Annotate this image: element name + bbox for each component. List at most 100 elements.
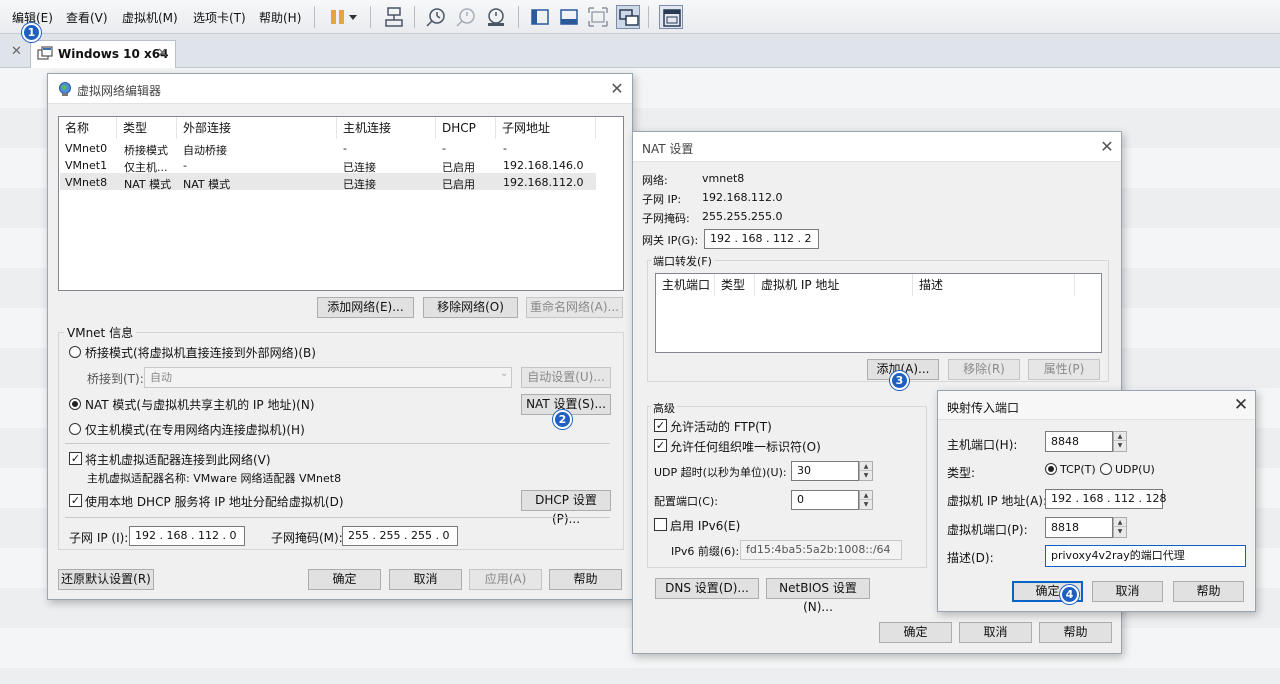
column-header-host-port[interactable]: 主机端口 bbox=[656, 274, 715, 296]
toolbar-separator bbox=[648, 6, 649, 28]
menu-help[interactable]: 帮助(H) bbox=[259, 9, 301, 26]
dhcp-settings-button[interactable]: DHCP 设置(P)... bbox=[521, 490, 611, 526]
network-label: 网络: bbox=[642, 174, 668, 187]
use-dhcp-label: 使用本地 DHCP 服务将 IP 地址分配给虚拟机(D) bbox=[85, 495, 344, 509]
column-header-description[interactable]: 描述 bbox=[913, 274, 1075, 296]
cell-host: 已连接 bbox=[343, 161, 376, 174]
description-field[interactable]: privoxy4v2ray的端口代理 bbox=[1045, 545, 1246, 567]
subnet-mask-field[interactable]: 255 . 255 . 255 . 0 bbox=[342, 526, 458, 546]
tab-bar: ✕ Windows 10 x64 ✕ bbox=[0, 34, 1280, 68]
remove-network-button[interactable]: 移除网络(O) bbox=[423, 297, 518, 318]
bridge-to-select[interactable]: 自动 bbox=[144, 367, 512, 388]
restore-defaults-button[interactable]: 还原默认设置(R) bbox=[58, 569, 154, 590]
menu-tabs[interactable]: 选项卡(T) bbox=[193, 9, 246, 26]
bridge-mode-radio[interactable] bbox=[69, 346, 81, 358]
udp-timeout-stepper[interactable]: ▲ ▼ bbox=[859, 461, 873, 481]
console-view-icon[interactable] bbox=[659, 5, 683, 29]
snapshot-manager-icon[interactable] bbox=[484, 5, 508, 29]
column-header-type[interactable]: 类型 bbox=[117, 117, 177, 139]
rename-network-button[interactable]: 重命名网络(A)... bbox=[526, 297, 623, 318]
subnet-mask-label: 子网掩码: bbox=[642, 212, 690, 225]
close-icon[interactable]: ✕ bbox=[1096, 136, 1118, 158]
allow-oui-checkbox[interactable]: ✓ bbox=[654, 439, 667, 452]
map-incoming-port-dialog: 映射传入端口 ✕ 主机端口(H): 8848 ▲ ▼ 类型: TCP(T) UDP… bbox=[937, 390, 1256, 612]
enable-ipv6-checkbox[interactable] bbox=[654, 518, 667, 531]
udp-timeout-field[interactable]: 30 bbox=[791, 461, 859, 481]
subnet-mask-value: 255.255.255.0 bbox=[702, 210, 783, 223]
close-icon[interactable]: ✕ bbox=[606, 78, 628, 100]
vm-ip-field[interactable]: 192 . 168 . 112 . 128 bbox=[1045, 489, 1166, 509]
allow-ftp-checkbox[interactable]: ✓ bbox=[654, 419, 667, 432]
chevron-down-icon[interactable] bbox=[346, 5, 360, 29]
cell-subnet: 192.168.146.0 bbox=[503, 159, 584, 172]
cancel-button[interactable]: 取消 bbox=[1092, 581, 1163, 602]
gateway-ip-field[interactable]: 192 . 168 . 112 . 2 bbox=[704, 229, 819, 249]
description-label: 描述(D): bbox=[947, 551, 994, 565]
close-home-tab-icon[interactable]: ✕ bbox=[11, 44, 22, 59]
column-header-host[interactable]: 主机连接 bbox=[337, 117, 436, 139]
remove-port-button[interactable]: 移除(R) bbox=[948, 359, 1020, 380]
cell-host: 已连接 bbox=[343, 178, 376, 191]
nat-mode-radio[interactable] bbox=[69, 398, 81, 410]
bridge-mode-label: 桥接模式(将虚拟机直接连接到外部网络)(B) bbox=[85, 346, 316, 360]
help-button[interactable]: 帮助 bbox=[1039, 622, 1112, 643]
config-port-field[interactable]: 0 bbox=[791, 490, 859, 510]
udp-radio[interactable] bbox=[1100, 463, 1112, 475]
step-badge-1: 1 bbox=[22, 23, 41, 42]
properties-button[interactable]: 属性(P) bbox=[1028, 359, 1100, 380]
column-header-subnet[interactable]: 子网地址 bbox=[496, 117, 596, 139]
cell-host: - bbox=[343, 142, 347, 155]
ipv6-prefix-label: IPv6 前缀(6): bbox=[671, 545, 740, 558]
cell-type: 仅主机... bbox=[124, 161, 168, 174]
unity-icon[interactable] bbox=[616, 5, 640, 29]
auto-settings-button[interactable]: 自动设置(U)... bbox=[521, 367, 611, 388]
menu-view[interactable]: 查看(V) bbox=[66, 9, 108, 26]
snapshot-icon[interactable] bbox=[424, 5, 448, 29]
vm-icon bbox=[37, 46, 53, 62]
ok-button[interactable]: 确定 bbox=[879, 622, 952, 643]
config-port-stepper[interactable]: ▲ ▼ bbox=[859, 490, 873, 510]
close-icon[interactable]: ✕ bbox=[1230, 394, 1252, 416]
network-value: vmnet8 bbox=[702, 172, 745, 185]
help-button[interactable]: 帮助 bbox=[549, 569, 622, 590]
menu-vm[interactable]: 虚拟机(M) bbox=[122, 9, 178, 26]
column-header-dhcp[interactable]: DHCP bbox=[436, 117, 496, 139]
thumbnail-bar-icon[interactable] bbox=[557, 5, 581, 29]
network-list[interactable]: 名称 类型 外部连接 主机连接 DHCP 子网地址 VMnet0 桥接模式 自动… bbox=[58, 116, 624, 291]
host-only-radio[interactable] bbox=[69, 423, 81, 435]
column-header-vm-ip[interactable]: 虚拟机 IP 地址 bbox=[755, 274, 913, 296]
dns-settings-button[interactable]: DNS 设置(D)... bbox=[655, 578, 759, 599]
sidebar-toggle-icon[interactable] bbox=[528, 5, 552, 29]
dialog-title-bar: NAT 设置 ✕ bbox=[633, 132, 1121, 162]
column-header-name[interactable]: 名称 bbox=[59, 117, 117, 139]
apply-button[interactable]: 应用(A) bbox=[469, 569, 542, 590]
cancel-button[interactable]: 取消 bbox=[959, 622, 1032, 643]
netbios-settings-button[interactable]: NetBIOS 设置(N)... bbox=[766, 578, 870, 614]
dialog-title-bar: 映射传入端口 ✕ bbox=[938, 391, 1255, 420]
tcp-radio[interactable] bbox=[1045, 463, 1057, 475]
ipv6-prefix-field[interactable]: fd15:4ba5:5a2b:1008::/64 bbox=[740, 540, 902, 560]
vm-port-stepper[interactable]: ▲ ▼ bbox=[1113, 517, 1127, 538]
connect-adapter-checkbox[interactable]: ✓ bbox=[69, 452, 82, 465]
cancel-button[interactable]: 取消 bbox=[389, 569, 462, 590]
column-header-type[interactable]: 类型 bbox=[715, 274, 755, 296]
use-dhcp-checkbox[interactable]: ✓ bbox=[69, 494, 82, 507]
connect-adapter-label: 将主机虚拟适配器连接到此网络(V) bbox=[85, 453, 271, 467]
tab-windows-10-x64[interactable]: Windows 10 x64 ✕ bbox=[30, 40, 176, 68]
cell-name: VMnet8 bbox=[65, 176, 108, 189]
host-port-field[interactable]: 8848 bbox=[1045, 431, 1113, 452]
vm-port-field[interactable]: 8818 bbox=[1045, 517, 1113, 538]
column-header-external[interactable]: 外部连接 bbox=[177, 117, 337, 139]
subnet-ip-field[interactable]: 192 . 168 . 112 . 0 bbox=[129, 526, 245, 546]
host-port-label: 主机端口(H): bbox=[947, 438, 1018, 452]
add-network-button[interactable]: 添加网络(E)... bbox=[317, 297, 414, 318]
help-button[interactable]: 帮助 bbox=[1173, 581, 1244, 602]
close-tab-icon[interactable]: ✕ bbox=[157, 46, 168, 61]
ok-button[interactable]: 确定 bbox=[308, 569, 381, 590]
cell-dhcp: 已启用 bbox=[442, 161, 475, 174]
host-port-stepper[interactable]: ▲ ▼ bbox=[1113, 431, 1127, 452]
port-forward-list[interactable]: 主机端口 类型 虚拟机 IP 地址 描述 bbox=[655, 273, 1102, 353]
full-screen-icon[interactable] bbox=[586, 5, 610, 29]
network-icon[interactable] bbox=[382, 5, 406, 29]
toolbar-separator bbox=[370, 6, 371, 28]
